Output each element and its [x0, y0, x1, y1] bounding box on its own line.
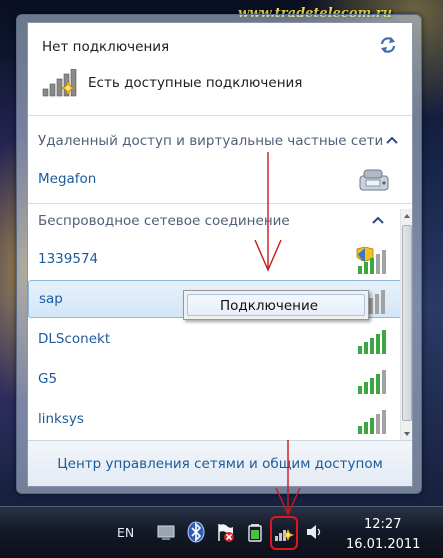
action-center-flag-icon[interactable] [214, 521, 236, 543]
battery-icon[interactable] [244, 521, 266, 543]
wifi-label: DLSconekt [38, 331, 111, 347]
flyout-footer: Центр управления сетями и общим доступом [28, 440, 412, 486]
dialup-item-megafon[interactable]: Megafon [28, 161, 402, 199]
network-adapter-icon[interactable] [155, 521, 177, 543]
signal-shield-icon [356, 247, 386, 274]
context-menu: Подключение [183, 290, 369, 320]
wifi-item-g5[interactable]: G5 [28, 361, 402, 399]
chevron-up-icon[interactable] [372, 216, 384, 224]
signal-bars-icon [358, 330, 386, 354]
network-panel: Нет подключения Есть доступные подключен… [27, 22, 413, 487]
scroll-thumb[interactable] [402, 225, 412, 421]
volume-icon[interactable] [303, 521, 325, 543]
scroll-down-icon[interactable] [401, 427, 413, 441]
wifi-label: sap [39, 291, 63, 307]
connection-status-title: Нет подключения [42, 39, 170, 55]
connect-menu-item[interactable]: Подключение [187, 294, 365, 316]
wifi-item-dlsconekt[interactable]: DLSconekt [28, 321, 402, 359]
network-flyout: Нет подключения Есть доступные подключен… [16, 14, 422, 494]
clock-time[interactable]: 12:27 [364, 517, 401, 532]
network-center-link[interactable]: Центр управления сетями и общим доступом [28, 456, 412, 472]
modem-phone-icon [359, 169, 389, 191]
connect-menu-label: Подключение [220, 298, 319, 314]
refresh-icon[interactable] [378, 35, 398, 55]
wifi-label: 1339574 [38, 251, 99, 267]
signal-bars-icon [358, 410, 386, 434]
wireless-group-header[interactable]: Беспроводное сетевое соединение [38, 213, 290, 229]
wifi-label: G5 [38, 371, 58, 387]
available-connections-row: Есть доступные подключения [42, 67, 302, 99]
network-list-scrollbar[interactable] [400, 209, 412, 441]
taskbar: EN 12:27 16.01.2011 [0, 506, 443, 558]
section-divider [28, 203, 412, 204]
dialup-label: Megafon [38, 171, 97, 187]
tray-icon-highlight [270, 516, 298, 550]
vpn-group-header[interactable]: Удаленный доступ и виртуальные частные с… [38, 133, 383, 149]
wifi-label: linksys [38, 411, 84, 427]
bluetooth-icon[interactable] [185, 521, 207, 543]
chevron-up-icon[interactable] [386, 136, 398, 144]
language-indicator[interactable]: EN [117, 525, 134, 540]
scroll-up-icon[interactable] [401, 209, 413, 223]
section-divider [28, 115, 412, 116]
wifi-item-linksys[interactable]: linksys [28, 401, 402, 439]
available-connections-label: Есть доступные подключения [88, 75, 303, 91]
signal-available-icon [42, 69, 77, 97]
wifi-item-1339574[interactable]: 1339574 [28, 241, 402, 279]
signal-bars-icon [358, 370, 386, 394]
clock-date[interactable]: 16.01.2011 [346, 537, 420, 552]
